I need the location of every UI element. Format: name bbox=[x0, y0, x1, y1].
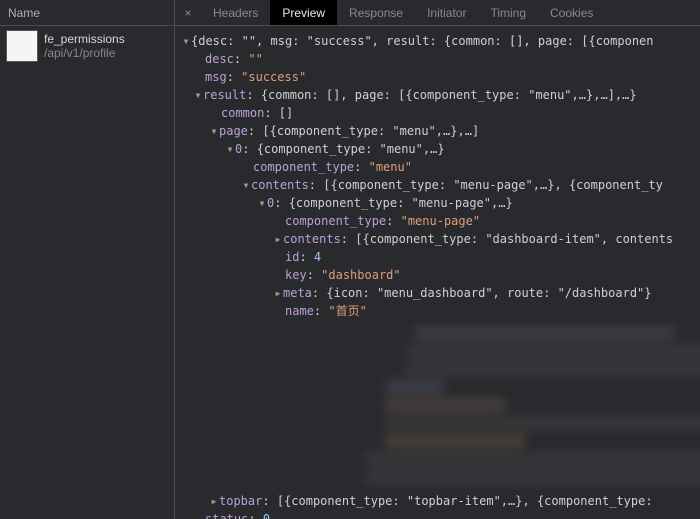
request-list-sidebar: Name fe_permissions /api/v1/profile bbox=[0, 0, 175, 519]
tab-cookies[interactable]: Cookies bbox=[538, 0, 605, 25]
caret-down-icon[interactable] bbox=[241, 176, 251, 194]
caret-right-icon[interactable] bbox=[273, 284, 283, 302]
column-header-name[interactable]: Name bbox=[0, 0, 174, 26]
tab-timing[interactable]: Timing bbox=[478, 0, 538, 25]
request-name: fe_permissions bbox=[44, 32, 125, 46]
request-row[interactable]: fe_permissions /api/v1/profile bbox=[0, 26, 174, 66]
caret-down-icon[interactable] bbox=[193, 86, 203, 104]
caret-down-icon[interactable] bbox=[257, 194, 267, 212]
tab-initiator[interactable]: Initiator bbox=[415, 0, 478, 25]
request-path: /api/v1/profile bbox=[44, 46, 125, 60]
close-icon[interactable]: × bbox=[175, 0, 201, 25]
tab-preview[interactable]: Preview bbox=[270, 0, 337, 25]
json-preview: {desc: "", msg: "success", result: {comm… bbox=[175, 26, 700, 519]
caret-down-icon[interactable] bbox=[225, 140, 235, 158]
tab-headers[interactable]: Headers bbox=[201, 0, 270, 25]
caret-right-icon[interactable] bbox=[209, 492, 219, 510]
tab-response[interactable]: Response bbox=[337, 0, 415, 25]
detail-tabs: × Headers Preview Response Initiator Tim… bbox=[175, 0, 700, 26]
redacted-region bbox=[205, 322, 700, 490]
caret-down-icon[interactable] bbox=[209, 122, 219, 140]
caret-down-icon[interactable] bbox=[181, 32, 191, 50]
document-icon bbox=[6, 30, 38, 62]
caret-right-icon[interactable] bbox=[273, 230, 283, 248]
